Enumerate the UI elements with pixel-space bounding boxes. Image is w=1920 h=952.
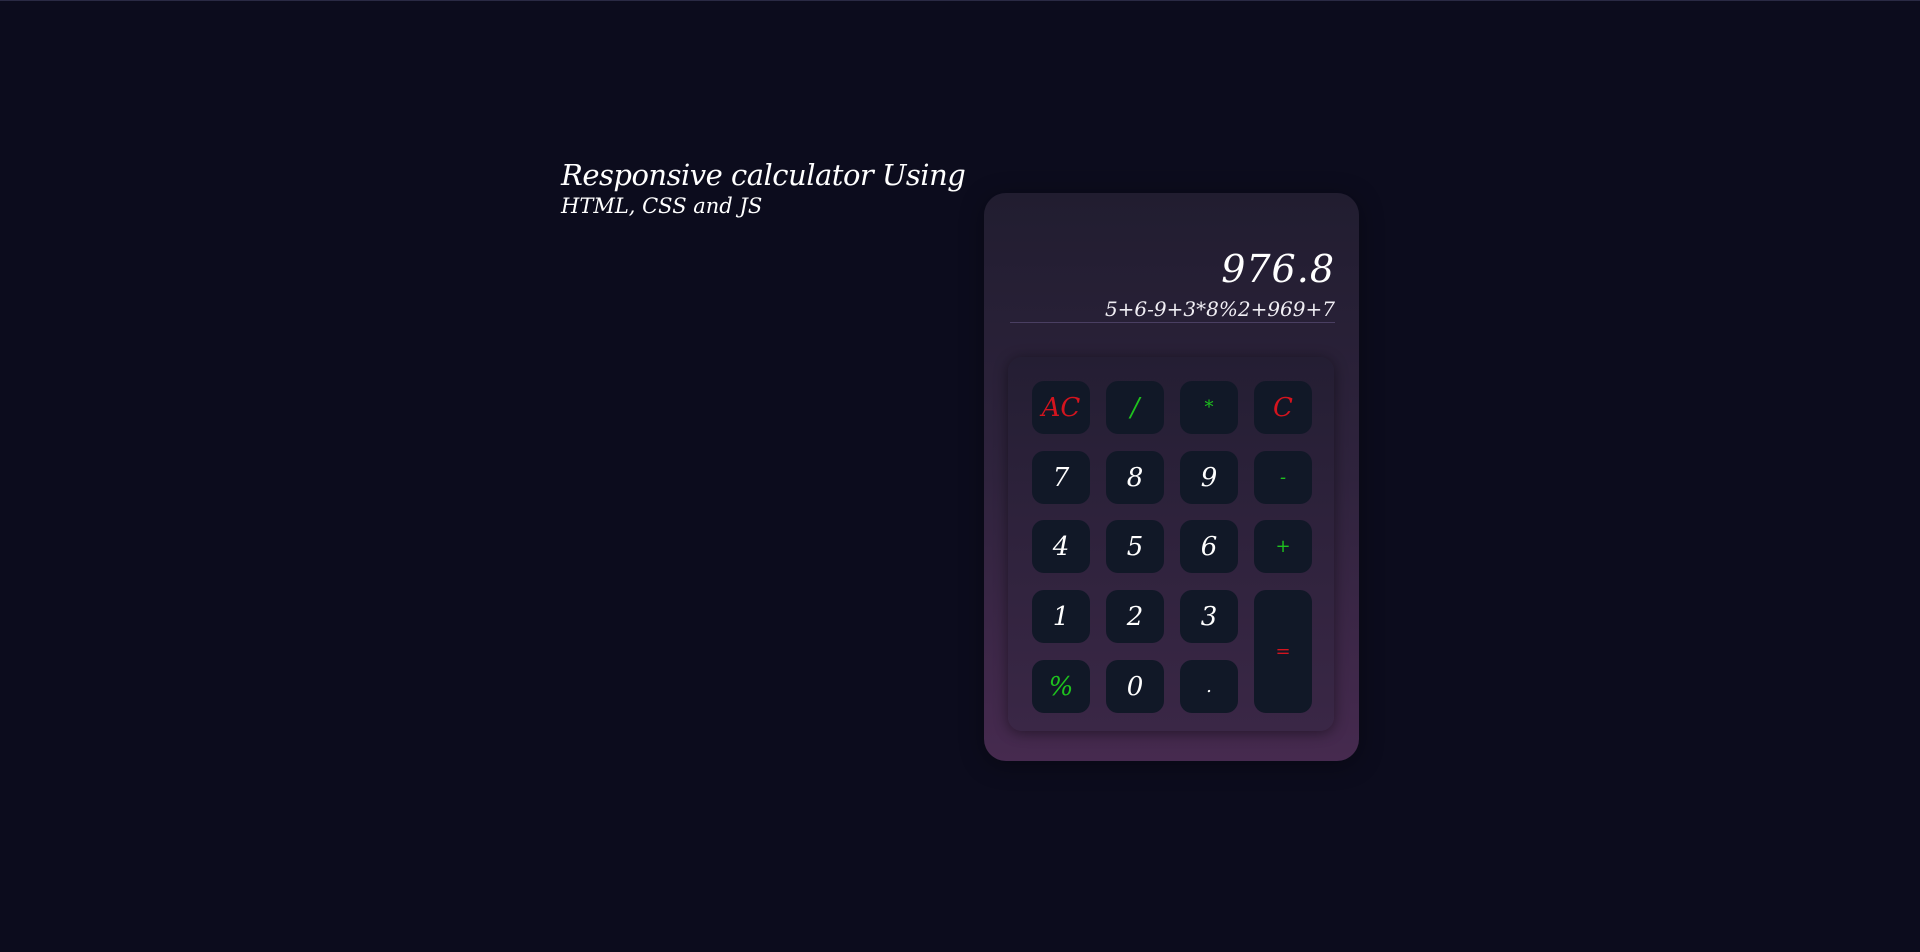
multiply-button[interactable]: *	[1180, 381, 1238, 434]
page-heading: Responsive calculator Using HTML, CSS an…	[561, 158, 966, 220]
plus-button[interactable]: +	[1254, 520, 1312, 573]
all-clear-button[interactable]: AC	[1032, 381, 1090, 434]
digit-6-button[interactable]: 6	[1180, 520, 1238, 573]
top-border	[0, 0, 1920, 1]
digit-1-button[interactable]: 1	[1032, 590, 1090, 643]
result-display: 976.8	[1221, 247, 1335, 291]
digit-7-button[interactable]: 7	[1032, 451, 1090, 504]
expression-display: 5+6-9+3*8%2+969+7	[1104, 297, 1335, 321]
divide-button[interactable]: /	[1106, 381, 1164, 434]
clear-button[interactable]: C	[1254, 381, 1312, 434]
heading-subtitle: HTML, CSS and JS	[561, 194, 763, 218]
digit-0-button[interactable]: 0	[1106, 660, 1164, 713]
percent-button[interactable]: %	[1032, 660, 1090, 713]
display-divider	[1010, 322, 1335, 323]
calculator: 976.8 5+6-9+3*8%2+969+7 AC / * C 7 8 9 -…	[984, 193, 1359, 761]
digit-8-button[interactable]: 8	[1106, 451, 1164, 504]
minus-button[interactable]: -	[1254, 451, 1312, 504]
decimal-button[interactable]: .	[1180, 660, 1238, 713]
digit-9-button[interactable]: 9	[1180, 451, 1238, 504]
digit-3-button[interactable]: 3	[1180, 590, 1238, 643]
equals-button[interactable]: =	[1254, 590, 1312, 713]
heading-title: Responsive calculator Using	[561, 158, 966, 192]
digit-2-button[interactable]: 2	[1106, 590, 1164, 643]
digit-4-button[interactable]: 4	[1032, 520, 1090, 573]
digit-5-button[interactable]: 5	[1106, 520, 1164, 573]
keypad: AC / * C 7 8 9 - 4 5 6 + 1 2 3 = % 0 .	[1008, 357, 1334, 731]
